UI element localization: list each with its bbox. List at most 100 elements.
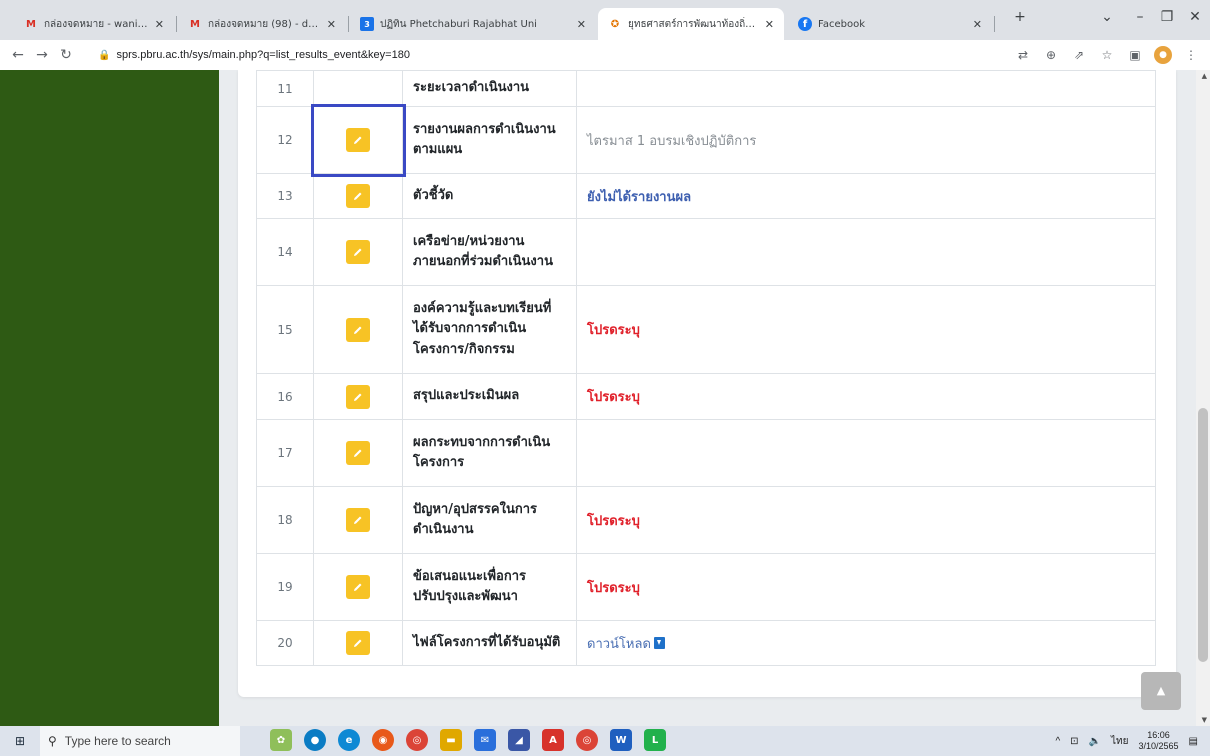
side-panel-icon[interactable]: ▣ (1126, 46, 1144, 64)
close-window-button[interactable]: ✕ (1180, 9, 1210, 25)
minimize-button[interactable]: – (1125, 9, 1155, 25)
row-label: ข้อเสนอแนะเพื่อการปรับปรุงและพัฒนา (402, 553, 577, 621)
row-number: 17 (256, 419, 314, 487)
edit-button[interactable] (346, 384, 370, 409)
green-sidebar (0, 70, 219, 726)
table-row: 18 ปัญหา/อุปสรรคในการดำเนินงาน โปรดระบุ (256, 486, 1156, 554)
volume-mute-icon[interactable]: 🔈 (1089, 736, 1101, 747)
row-label: รายงานผลการดำเนินงานตามแผน (402, 106, 577, 174)
share-icon[interactable]: ⇗ (1070, 46, 1088, 64)
network-icon[interactable]: ⊡ (1070, 736, 1078, 747)
close-icon[interactable]: ✕ (765, 18, 774, 31)
input-language[interactable]: ไทย (1111, 734, 1128, 749)
scroll-thumb[interactable] (1198, 408, 1208, 662)
pencil-icon (354, 639, 362, 647)
gmail-icon: M (26, 18, 36, 30)
pinned-app-icon[interactable]: ◢ (508, 729, 530, 751)
maximize-button[interactable]: ❐ (1152, 9, 1182, 25)
edit-button[interactable] (346, 128, 370, 152)
row-value (576, 218, 1156, 286)
close-icon[interactable]: ✕ (973, 18, 982, 31)
clock[interactable]: 16:06 3/10/2565 (1139, 730, 1179, 752)
tray-chevron-icon[interactable]: ^ (1055, 736, 1060, 747)
file-explorer-icon[interactable]: ▬ (440, 729, 462, 751)
facebook-icon: f (798, 17, 812, 31)
row-number: 20 (256, 620, 314, 666)
acrobat-icon[interactable]: A (542, 729, 564, 751)
edit-button[interactable] (346, 317, 370, 342)
row-label: ปัญหา/อุปสรรคในการดำเนินงาน (402, 486, 577, 554)
page-scrollbar[interactable]: ▲ ▼ (1196, 70, 1210, 726)
close-icon[interactable]: ✕ (577, 18, 586, 31)
row-value (576, 70, 1156, 107)
row-number: 15 (256, 285, 314, 374)
mail-icon[interactable]: ✉ (474, 729, 496, 751)
pencil-icon (354, 449, 362, 457)
row-value: ยังไม่ได้รายงานผล (576, 173, 1156, 219)
edit-button[interactable] (346, 508, 370, 532)
bookmark-star-icon[interactable]: ☆ (1098, 46, 1116, 64)
new-tab-button[interactable]: + (1005, 9, 1035, 25)
results-table: 11 ระยะเวลาดำเนินงาน 12 รายงานผลการดำเนิ… (256, 70, 1156, 666)
word-icon[interactable]: W (610, 729, 632, 751)
table-row: 17 ผลกระทบจากการดำเนินโครงการ (256, 419, 1156, 487)
edit-button[interactable] (346, 184, 370, 208)
tab-facebook[interactable]: f Facebook ✕ (788, 8, 992, 40)
tab-strategy-active[interactable]: ✪ ยุทธศาสตร์การพัฒนาท้องถิ่น มหาวิ ✕ (598, 8, 784, 40)
edge-icon[interactable]: e (338, 729, 360, 751)
table-row: 12 รายงานผลการดำเนินงานตามแผน ไตรมาส 1 อ… (256, 103, 1156, 177)
forward-button[interactable]: → (30, 47, 54, 63)
edit-button[interactable] (346, 575, 370, 599)
menu-kebab-icon[interactable]: ⋮ (1182, 46, 1200, 64)
pinned-app-icon[interactable]: ✿ (270, 729, 292, 751)
close-icon[interactable]: ✕ (155, 18, 164, 31)
row-label: ผลกระทบจากการดำเนินโครงการ (402, 419, 577, 487)
row-value (576, 419, 1156, 487)
windows-start-icon[interactable]: ⊞ (0, 734, 40, 748)
row-value: โปรดระบุ (576, 373, 1156, 420)
scroll-up-arrow-icon[interactable]: ▲ (1202, 72, 1207, 80)
gmail-icon: M (190, 18, 200, 30)
zoom-icon[interactable]: ⊕ (1042, 46, 1060, 64)
back-button[interactable]: ← (6, 47, 30, 63)
profile-avatar[interactable]: ● (1154, 46, 1172, 64)
url-field[interactable]: sprs.pbru.ac.th/sys/main.php?q=list_resu… (116, 49, 410, 61)
lock-icon: 🔒 (98, 49, 111, 61)
address-bar-row: ← → ↻ 🔒 sprs.pbru.ac.th/sys/main.php?q=l… (0, 40, 1210, 70)
scroll-to-top-button[interactable]: ▲ (1141, 672, 1181, 710)
row-label: องค์ความรู้และบทเรียนที่ได้รับจากการดำเน… (402, 285, 577, 374)
edit-button[interactable] (346, 441, 370, 465)
table-row: 19 ข้อเสนอแนะเพื่อการปรับปรุงและพัฒนา โป… (256, 553, 1156, 621)
row-number: 19 (256, 553, 314, 621)
download-link[interactable]: ดาวน์โหลด (587, 637, 651, 652)
download-icon[interactable] (653, 636, 665, 649)
tab-search-chevron-icon[interactable]: ⌄ (1092, 9, 1122, 25)
row-label: ไฟล์โครงการที่ได้รับอนุมัติ (402, 620, 577, 666)
close-icon[interactable]: ✕ (327, 18, 336, 31)
taskbar-search-field[interactable]: ⚲ Type here to search (40, 726, 240, 756)
scroll-down-arrow-icon[interactable]: ▼ (1202, 716, 1207, 724)
row-number: 16 (256, 373, 314, 420)
row-number: 18 (256, 486, 314, 554)
pencil-icon (354, 326, 362, 334)
edit-button[interactable] (346, 631, 370, 655)
tab-calendar[interactable]: 3 ปฏิทิน Phetchaburi Rajabhat Uni ✕ (350, 8, 596, 40)
row-number: 13 (256, 173, 314, 219)
calendar-icon: 3 (360, 17, 374, 31)
chrome-active-icon[interactable]: ◎ (576, 729, 598, 751)
cortana-icon[interactable]: ● (304, 729, 326, 751)
table-row: 15 องค์ความรู้และบทเรียนที่ได้รับจากการด… (256, 285, 1156, 374)
firefox-icon[interactable]: ◉ (372, 729, 394, 751)
tab-gmail-wanitchaya[interactable]: M กล่องจดหมาย - wanitchaya.tho@ ✕ (14, 8, 174, 40)
table-row: 14 เครือข่าย/หน่วยงานภายนอกที่ร่วมดำเนิน… (256, 218, 1156, 286)
translate-icon[interactable]: ⇄ (1014, 46, 1032, 64)
tab-gmail-developpbru[interactable]: M กล่องจดหมาย (98) - developpbru ✕ (178, 8, 346, 40)
line-icon[interactable]: L (644, 729, 666, 751)
edit-button[interactable] (346, 240, 370, 264)
reload-button[interactable]: ↻ (54, 47, 78, 63)
browser-tab-strip: M กล่องจดหมาย - wanitchaya.tho@ ✕ M กล่อ… (0, 0, 1210, 40)
chrome-icon[interactable]: ◎ (406, 729, 428, 751)
row-label: ตัวชี้วัด (402, 173, 577, 219)
search-icon: ⚲ (48, 734, 57, 748)
notification-icon[interactable]: ▤ (1189, 736, 1198, 747)
